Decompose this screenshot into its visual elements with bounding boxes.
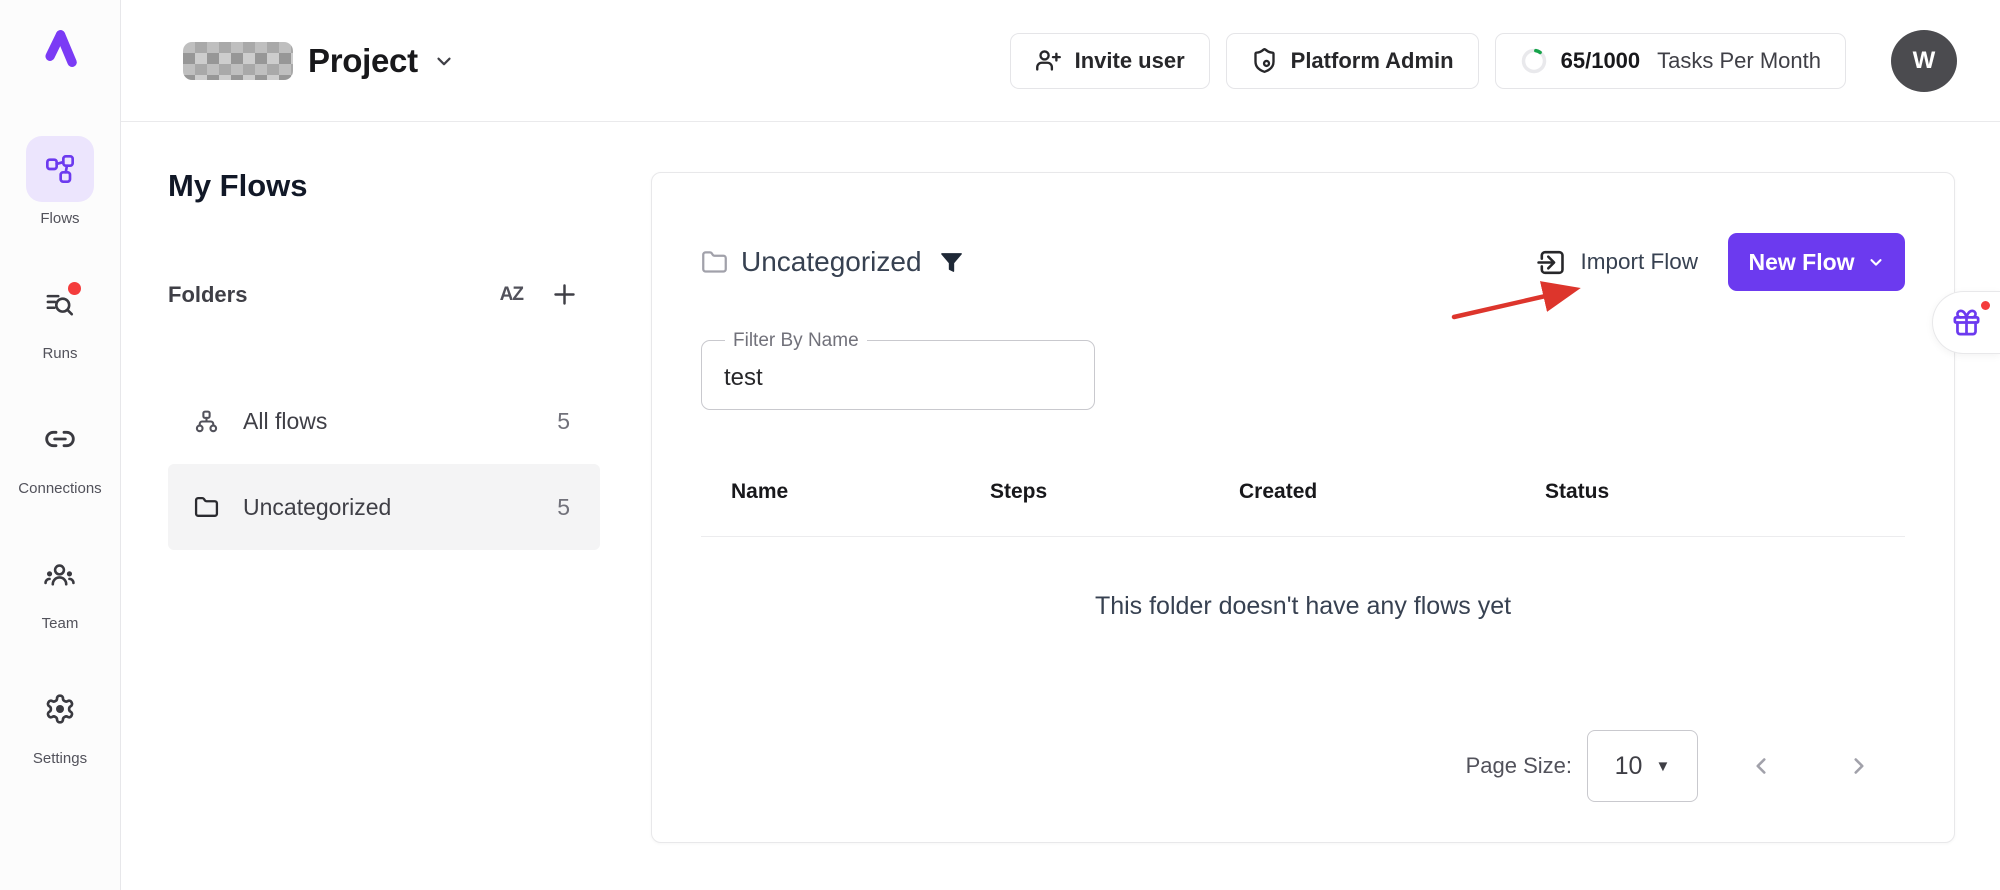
project-switcher[interactable]: Project (183, 42, 455, 80)
column-header-created: Created (1239, 480, 1545, 504)
project-name-redacted (183, 42, 293, 80)
platform-admin-label: Platform Admin (1291, 48, 1454, 74)
project-title: Project (308, 42, 418, 80)
chevron-right-icon (1846, 753, 1872, 779)
sidebar-item-label: Settings (33, 750, 87, 767)
folder-label: All flows (243, 408, 327, 435)
sidebar-item-label: Team (42, 615, 79, 632)
workflow-icon (26, 136, 94, 202)
previous-page-button[interactable] (1748, 753, 1774, 779)
tasks-unit-label: Tasks Per Month (1657, 48, 1821, 74)
top-header: Project Invite user Platform Admin 65/10… (121, 0, 2000, 122)
sidebar-item-flows[interactable]: Flows (26, 136, 94, 227)
runs-icon (26, 271, 94, 337)
link-icon (26, 406, 94, 472)
flows-table-card: Uncategorized Import Flow New Flow Filte… (651, 172, 1955, 843)
avatar[interactable]: W (1891, 30, 1957, 92)
folders-actions: AZ (500, 281, 578, 308)
column-header-name: Name (731, 480, 990, 504)
import-flow-button[interactable]: Import Flow (1536, 247, 1698, 278)
import-flow-label: Import Flow (1580, 249, 1698, 275)
page-title: My Flows (168, 168, 308, 204)
sidebar-item-label: Runs (42, 345, 77, 362)
tasks-usage-button[interactable]: 65/1000 Tasks Per Month (1495, 33, 1846, 89)
add-folder-button[interactable] (551, 281, 578, 308)
sidebar-item-runs[interactable]: Runs (26, 271, 94, 362)
page-size-label: Page Size: (1466, 753, 1572, 779)
chevron-left-icon (1748, 753, 1774, 779)
platform-admin-button[interactable]: Platform Admin (1226, 33, 1479, 89)
sidebar-nav: Flows Runs Connections (18, 136, 101, 811)
folders-panel: Folders AZ All flows 5 (168, 281, 600, 550)
invite-user-label: Invite user (1075, 48, 1185, 74)
tasks-count: 65/1000 (1561, 48, 1641, 74)
hierarchy-icon (194, 409, 219, 434)
page-size-select[interactable]: 10 ▼ (1587, 730, 1698, 802)
filter-field: Filter By Name (701, 340, 1095, 410)
shield-icon (1251, 47, 1278, 74)
whats-new-gift-button[interactable] (1932, 291, 2000, 354)
column-header-status: Status (1545, 480, 1905, 504)
invite-user-button[interactable]: Invite user (1010, 33, 1210, 89)
import-icon (1536, 247, 1567, 278)
plus-icon (551, 281, 578, 308)
current-folder-title: Uncategorized (741, 246, 922, 278)
folders-header: Folders AZ (168, 281, 600, 308)
caret-down-icon: ▼ (1655, 758, 1670, 775)
panel-header: Uncategorized Import Flow New Flow (701, 233, 1905, 291)
avatar-initial: W (1913, 47, 1936, 75)
next-page-button[interactable] (1846, 753, 1872, 779)
sidebar: Flows Runs Connections (0, 0, 121, 890)
pagination: Page Size: 10 ▼ (1466, 730, 1872, 802)
sort-alpha-icon[interactable]: AZ (500, 284, 523, 306)
new-flow-button[interactable]: New Flow (1728, 233, 1905, 291)
app-logo-icon[interactable] (38, 26, 82, 72)
folders-heading: Folders (168, 282, 247, 308)
runs-notification-dot (68, 282, 81, 295)
folder-count: 5 (557, 494, 570, 521)
chevron-down-icon (1867, 253, 1885, 271)
filter-funnel-icon[interactable] (940, 251, 963, 274)
new-flow-label: New Flow (1748, 249, 1854, 276)
folder-row-uncategorized[interactable]: Uncategorized 5 (168, 464, 600, 550)
user-plus-icon (1035, 47, 1062, 74)
sidebar-item-settings[interactable]: Settings (26, 676, 94, 767)
page-size-value: 10 (1615, 752, 1643, 781)
progress-ring-icon (1520, 47, 1548, 75)
sidebar-item-label: Connections (18, 480, 101, 497)
folder-icon (194, 495, 219, 520)
team-icon (26, 541, 94, 607)
folder-icon (701, 249, 728, 276)
folder-label: Uncategorized (243, 494, 391, 521)
panel-actions: Import Flow New Flow (1536, 233, 1905, 291)
chevron-down-icon (433, 50, 455, 72)
table-header-row: Name Steps Created Status (701, 480, 1905, 504)
table-divider (701, 536, 1905, 537)
folder-row-all-flows[interactable]: All flows 5 (168, 378, 600, 464)
sidebar-item-connections[interactable]: Connections (18, 406, 101, 497)
gift-icon (1951, 307, 1982, 338)
gift-notification-dot (1981, 301, 1990, 310)
folder-count: 5 (557, 408, 570, 435)
gear-icon (26, 676, 94, 742)
sidebar-item-team[interactable]: Team (26, 541, 94, 632)
filter-field-label: Filter By Name (725, 330, 867, 352)
folders-list: All flows 5 Uncategorized 5 (168, 378, 600, 550)
empty-state-message: This folder doesn't have any flows yet (701, 592, 1905, 621)
sidebar-item-label: Flows (40, 210, 79, 227)
column-header-steps: Steps (990, 480, 1239, 504)
